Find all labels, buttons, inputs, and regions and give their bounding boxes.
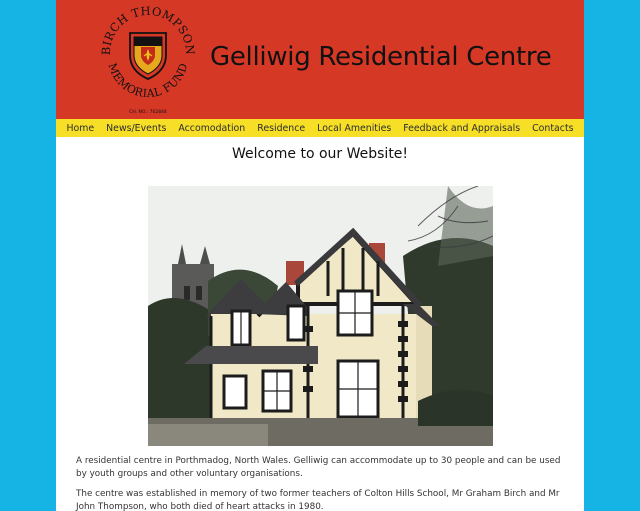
nav-item-local-amenities[interactable]: Local Amenities [317, 123, 391, 134]
welcome-heading: Welcome to our Website! [231, 146, 409, 162]
nav-item-residence[interactable]: Residence [257, 123, 305, 134]
nav-item-contacts[interactable]: Contacts [532, 123, 573, 134]
nav-item-accomodation[interactable]: Accomodation [178, 123, 245, 134]
residential-centre-photo [148, 186, 493, 446]
intro-paragraph: A residential centre in Porthmadog, Nort… [76, 456, 561, 479]
memorial-fund-logo[interactable]: BIRCH THOMPSON MEMORIAL FUND CH. NO.: 70… [96, 3, 200, 117]
logo-charity-number: CH. NO.: 702844 [129, 109, 167, 115]
site-title: Gelliwig Residential Centre [210, 42, 552, 72]
crest-shield-icon [129, 32, 167, 80]
page-container: BIRCH THOMPSON MEMORIAL FUND CH. NO.: 70… [56, 0, 584, 511]
main-navigation: Home News/Events Accomodation Residence … [56, 119, 584, 137]
nav-item-feedback-appraisals[interactable]: Feedback and Appraisals [403, 123, 520, 134]
nav-item-home[interactable]: Home [66, 123, 94, 134]
nav-item-news-events[interactable]: News/Events [106, 123, 166, 134]
history-paragraph: The centre was established in memory of … [76, 489, 560, 511]
site-header: BIRCH THOMPSON MEMORIAL FUND CH. NO.: 70… [56, 0, 584, 119]
